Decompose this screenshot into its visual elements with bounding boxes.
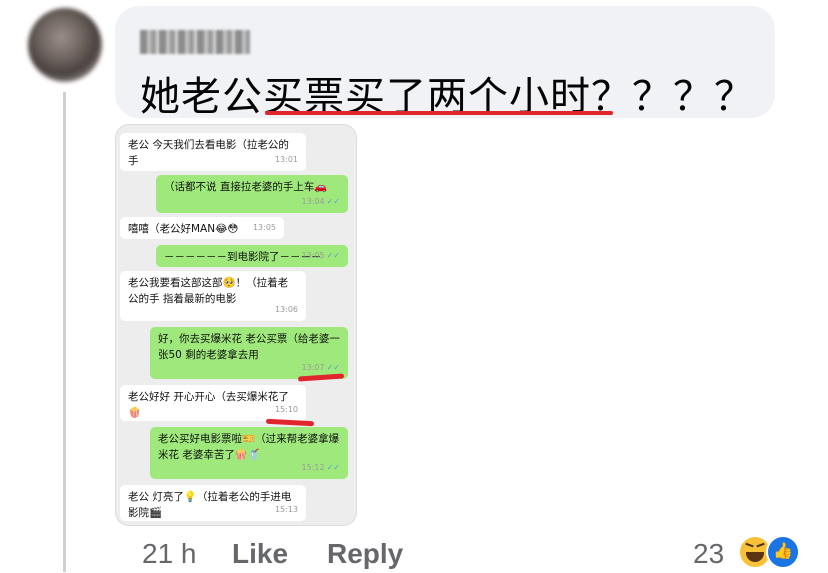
red-underline-annotation — [265, 111, 613, 115]
chat-message-text: （话都不说 直接拉老婆的手上车🚗 — [164, 181, 328, 193]
chat-screenshot-image[interactable]: 老公 今天我们去看电影（拉老公的手 13:01 （话都不说 直接拉老婆的手上车🚗… — [115, 124, 357, 526]
chat-message-text: 老公我要看这部这部🥺！（拉着老公的手 指着最新的电影 — [128, 277, 289, 305]
chat-message: 老公 灯亮了💡（拉着老公的手进电影院🎬 15:13 — [120, 485, 306, 521]
chat-message-time: 15:13 — [274, 505, 298, 514]
chat-message-text: 老公买好电影票啦🎫（过来帮老婆拿爆米花 老婆幸苦了🍿🥤 — [158, 433, 340, 461]
chat-message-time: 15:12 ✓✓ — [301, 463, 340, 472]
chat-message-text: 老公 今天我们去看电影（拉老公的手 — [128, 139, 289, 167]
chat-message: 老公我要看这部这部🥺！（拉着老公的手 指着最新的电影 13:06 — [120, 271, 306, 321]
chat-message-time: 15:10 — [274, 405, 298, 414]
read-receipt-icon: ✓✓ — [326, 363, 340, 372]
chat-message-time: 13:04 ✓✓ — [301, 197, 340, 206]
read-receipt-icon: ✓✓ — [326, 251, 340, 260]
reply-button[interactable]: Reply — [327, 538, 403, 570]
chat-message: 老公 今天我们去看电影（拉老公的手 13:01 — [120, 133, 306, 171]
like-thumb-icon[interactable]: 👍 — [766, 535, 800, 569]
chat-message-text: 好，你去买爆米花 老公买票（给老婆一张50 剩的老婆拿去用 — [158, 333, 340, 361]
commenter-avatar[interactable] — [28, 8, 102, 82]
chat-message: －－－－－－到电影院了－－－－ 13:05 ✓✓ — [156, 245, 348, 267]
read-receipt-icon: ✓✓ — [326, 197, 340, 206]
chat-message: 好，你去买爆米花 老公买票（给老婆一张50 剩的老婆拿去用 13:07 ✓✓ — [150, 327, 348, 379]
comment-timestamp[interactable]: 21 h — [142, 538, 197, 570]
chat-message: 老公买好电影票啦🎫（过来帮老婆拿爆米花 老婆幸苦了🍿🥤 15:12 ✓✓ — [150, 427, 348, 479]
chat-message: 老公好好 开心开心（去买爆米花了🍿 15:10 — [120, 385, 306, 421]
chat-message-time: 13:01 — [274, 155, 298, 164]
reaction-count[interactable]: 23 — [693, 538, 724, 570]
commenter-name-blurred[interactable] — [140, 30, 250, 54]
chat-message-time: 13:05 — [252, 223, 276, 232]
reply-thread-line — [63, 92, 66, 572]
chat-message: （话都不说 直接拉老婆的手上车🚗 13:04 ✓✓ — [156, 175, 348, 213]
chat-message: 嘻嘻（老公好MAN😂😳 13:05 — [120, 217, 284, 239]
chat-message-time: 13:06 — [274, 305, 298, 314]
chat-message-text: 老公 灯亮了💡（拉着老公的手进电影院🎬 — [128, 491, 292, 519]
chat-message-time: 13:05 ✓✓ — [301, 251, 340, 260]
red-marker-stroke — [265, 418, 315, 427]
read-receipt-icon: ✓✓ — [326, 463, 340, 472]
like-button[interactable]: Like — [232, 538, 288, 570]
chat-message-text: 老公好好 开心开心（去买爆米花了🍿 — [128, 391, 289, 419]
